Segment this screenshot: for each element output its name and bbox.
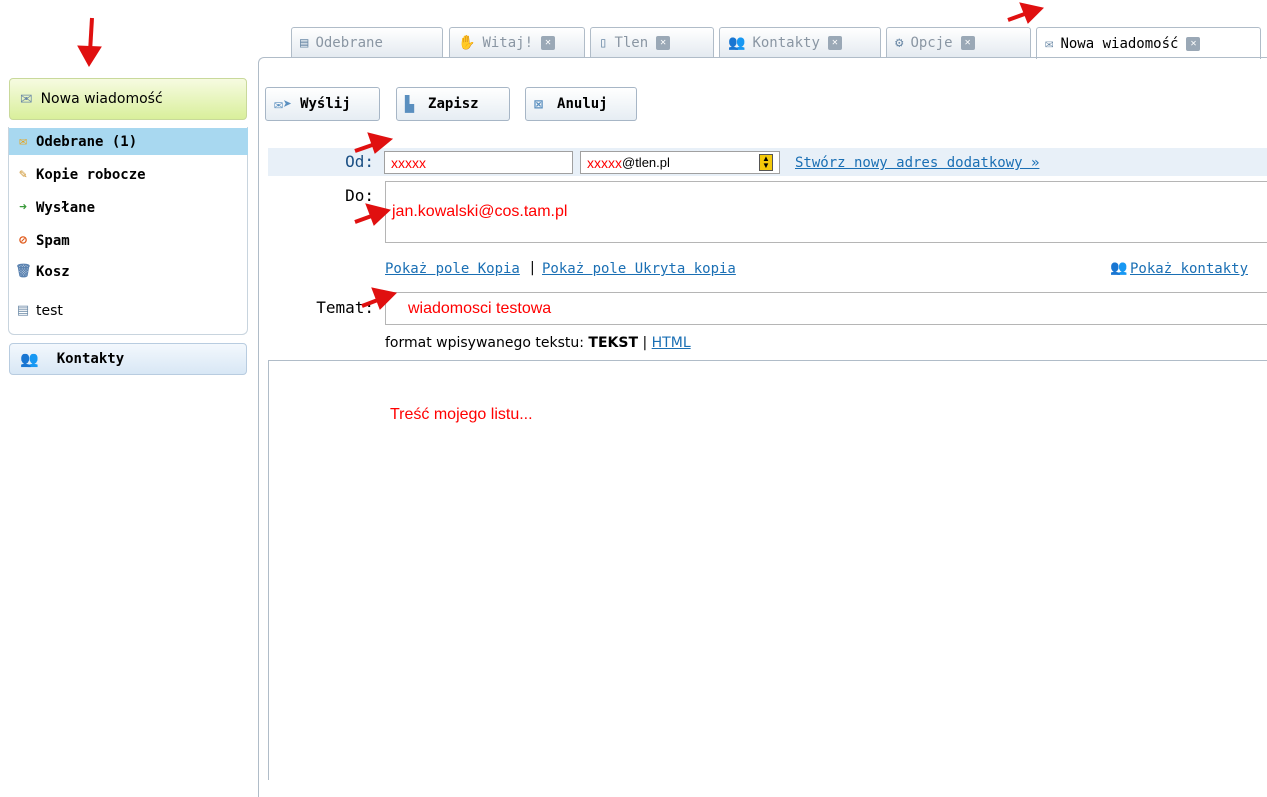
arrow-right-icon [1007, 2, 1045, 24]
arrow-right-icon [354, 132, 394, 154]
arrow-right-icon [354, 203, 392, 226]
arrow-down-icon [77, 17, 102, 67]
arrow-right-icon [361, 287, 398, 310]
annotation-arrows [77, 2, 1045, 310]
